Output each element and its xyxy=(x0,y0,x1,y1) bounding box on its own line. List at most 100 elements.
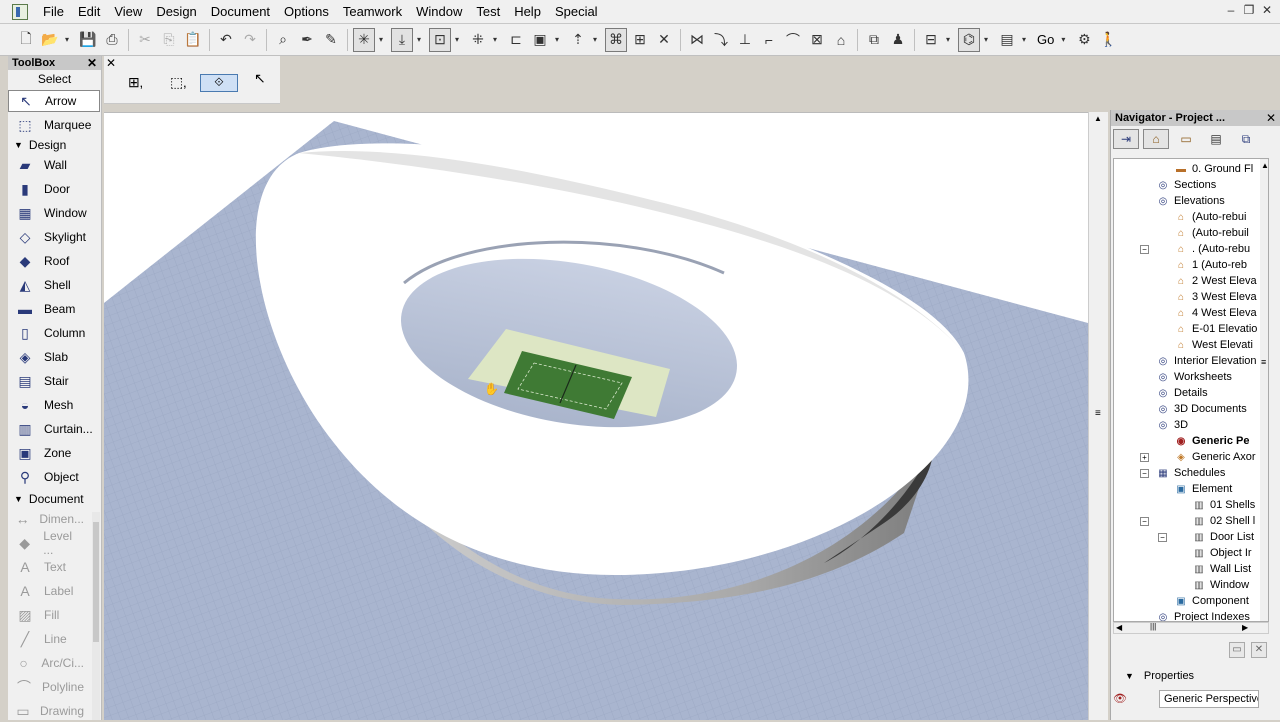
3d-window-dropdown-icon[interactable]: ▾ xyxy=(981,28,991,52)
tool-beam[interactable]: ▬ Beam xyxy=(8,298,100,320)
project-chooser-icon[interactable]: ⇥ xyxy=(1113,129,1139,149)
redo-icon[interactable]: ↷ xyxy=(239,28,261,52)
scroll-left-icon[interactable]: ◀ xyxy=(1116,623,1122,632)
tree-node[interactable]: ◎ Worksheets xyxy=(1156,369,1232,385)
3d-window-icon[interactable]: ⌬ xyxy=(958,27,980,52)
teamwork-icon[interactable]: ♟ xyxy=(887,28,909,52)
tool-polyline[interactable]: ⌒ Polyline xyxy=(8,676,84,698)
tree-node[interactable]: ◉ Generic Pe xyxy=(1174,433,1250,449)
tool-slab[interactable]: ◈ Slab xyxy=(8,346,100,368)
delete-view-icon[interactable]: ✕ xyxy=(1251,642,1267,658)
go-label[interactable]: Go xyxy=(1033,32,1058,47)
intersect-icon[interactable]: ⊥ xyxy=(734,28,756,52)
suspend-groups-icon[interactable]: ⊡ xyxy=(429,27,451,52)
open-dropdown-icon[interactable]: ▾ xyxy=(62,28,72,52)
menu-special[interactable]: Special xyxy=(548,0,605,24)
scrollbar-thumb[interactable] xyxy=(93,522,99,642)
roof-trim-icon[interactable]: ⌂ xyxy=(830,28,852,52)
toolbox-title[interactable]: ToolBox ✕ xyxy=(8,56,101,70)
tool-zone[interactable]: ▣ Zone xyxy=(8,442,100,464)
tree-node[interactable]: ⌂ West Elevati xyxy=(1174,337,1253,353)
tool-wall[interactable]: ▰ Wall xyxy=(8,154,100,176)
gravity-icon[interactable]: ⤓ xyxy=(391,27,413,52)
menu-help[interactable]: Help xyxy=(507,0,548,24)
design-section-header[interactable]: ▼ Design xyxy=(14,138,66,152)
layout-dropdown-icon[interactable]: ▾ xyxy=(943,28,953,52)
collapse-triangle-icon[interactable]: ▼ xyxy=(1125,671,1134,681)
tree-node[interactable]: ▣ Element xyxy=(1174,481,1232,497)
close-icon[interactable]: ✕ xyxy=(87,56,97,70)
explode-icon[interactable]: ⊠ xyxy=(806,28,828,52)
tool-arrow[interactable]: ↖ Arrow xyxy=(8,90,100,112)
cut-icon[interactable]: ✂ xyxy=(134,28,156,52)
tool-skylight[interactable]: ◇ Skylight xyxy=(8,226,100,248)
menu-edit[interactable]: Edit xyxy=(71,0,107,24)
tree-node[interactable]: ⌂ E-01 Elevatio xyxy=(1174,321,1257,337)
document-section-header[interactable]: ▼ Document xyxy=(14,492,84,506)
tree-node[interactable]: ▣ Component xyxy=(1174,593,1249,609)
collapse-triangle-icon[interactable]: ▼ xyxy=(14,140,23,150)
align-icon[interactable]: ⊏ xyxy=(505,28,527,52)
tree-node[interactable]: ▥ Object Ir xyxy=(1192,545,1251,561)
close-icon[interactable]: ✕ xyxy=(106,56,116,70)
tree-node[interactable]: ⌂ (Auto-rebui xyxy=(1174,209,1246,225)
tool-door[interactable]: ▮ Door xyxy=(8,178,100,200)
cross-icon[interactable]: ✕ xyxy=(653,28,675,52)
tree-node[interactable]: ▥ 02 Shell l xyxy=(1192,513,1255,529)
tool-drawing[interactable]: ▭ Drawing xyxy=(8,700,84,722)
tree-node[interactable]: ⌂ 3 West Eleva xyxy=(1174,289,1257,305)
expand-icon[interactable]: + xyxy=(1140,453,1149,462)
tree-node[interactable]: ⌂ 2 West Eleva xyxy=(1174,273,1257,289)
viewport-vertical-scrollbar[interactable]: ▲ ≡ xyxy=(1088,112,1108,720)
distribute-dropdown-icon[interactable]: ▾ xyxy=(552,28,562,52)
save-icon[interactable]: 💾 xyxy=(77,28,99,52)
layout-icon[interactable]: ⊟ xyxy=(920,28,942,52)
chamfer-icon[interactable]: ⌒ xyxy=(782,28,804,52)
elevate-dropdown-icon[interactable]: ▾ xyxy=(590,28,600,52)
tree-node[interactable]: ⌂ 1 (Auto-reb xyxy=(1174,257,1247,273)
grid-dropdown-icon[interactable]: ▾ xyxy=(490,28,500,52)
tool-dimension[interactable]: ↔ Dimen... xyxy=(8,508,84,530)
archicad-app-icon[interactable] xyxy=(12,3,28,20)
scroll-up-icon[interactable]: ▲ xyxy=(1094,114,1102,123)
tool-text[interactable]: A Text xyxy=(8,556,84,578)
new-view-icon[interactable]: ▭ xyxy=(1229,642,1245,658)
menu-options[interactable]: Options xyxy=(277,0,336,24)
menu-view[interactable]: View xyxy=(107,0,149,24)
collapse-icon[interactable]: − xyxy=(1158,533,1167,542)
elevate-icon[interactable]: ⇡ xyxy=(567,28,589,52)
tool-label[interactable]: A Label xyxy=(8,580,84,602)
tool-mesh[interactable]: ◒ Mesh xyxy=(8,394,100,416)
tree-node[interactable]: ◎ Details xyxy=(1156,385,1208,401)
groups-dropdown-icon[interactable]: ▾ xyxy=(452,28,462,52)
fillet-icon[interactable]: ⌐ xyxy=(758,28,780,52)
print-icon[interactable]: ⎙ xyxy=(101,28,123,52)
tree-node[interactable]: ◎ 3D xyxy=(1156,417,1188,433)
view-name-field[interactable]: Generic Perspective xyxy=(1159,690,1259,708)
view-map-icon[interactable]: ▭ xyxy=(1173,129,1199,149)
scroll-up-icon[interactable]: ▲ xyxy=(1261,161,1268,170)
minimize-icon[interactable]: – xyxy=(1224,3,1238,17)
tree-node[interactable]: ▥ Wall List xyxy=(1192,561,1251,577)
tool-shell[interactable]: ◭ Shell xyxy=(8,274,100,296)
tree-node[interactable]: ◎ Project Indexes xyxy=(1156,609,1250,621)
tree-node[interactable]: ◎ 3D Documents xyxy=(1156,401,1247,417)
menu-design[interactable]: Design xyxy=(149,0,203,24)
selection-method-icon[interactable]: ⊞‚ xyxy=(128,74,143,91)
toolbox-scrollbar[interactable] xyxy=(92,512,100,720)
close-icon[interactable]: ✕ xyxy=(1266,110,1276,126)
tree-vertical-scrollbar[interactable]: ▲ ≡ xyxy=(1260,159,1268,621)
close-icon[interactable]: ✕ xyxy=(1260,3,1274,17)
arrow-cursor-icon[interactable]: ↖ xyxy=(254,70,266,87)
floor-plan-icon[interactable]: ▤ xyxy=(996,28,1018,52)
find-select-icon[interactable]: ⌕ xyxy=(272,28,294,52)
go-dropdown-icon[interactable]: ▾ xyxy=(1058,28,1068,52)
magic-wand-dropdown-icon[interactable]: ▾ xyxy=(376,28,386,52)
rotated-marquee-icon[interactable]: ⟐ xyxy=(200,74,238,92)
distribute-icon[interactable]: ▣ xyxy=(529,28,551,52)
floor-plan-dropdown-icon[interactable]: ▾ xyxy=(1019,28,1029,52)
magic-wand-icon[interactable]: ✳ xyxy=(353,27,375,52)
grid-snap-icon[interactable]: ⁜ xyxy=(467,28,489,52)
tree-node[interactable]: ▥ 01 Shells xyxy=(1192,497,1255,513)
paste-icon[interactable]: 📋 xyxy=(182,28,204,52)
